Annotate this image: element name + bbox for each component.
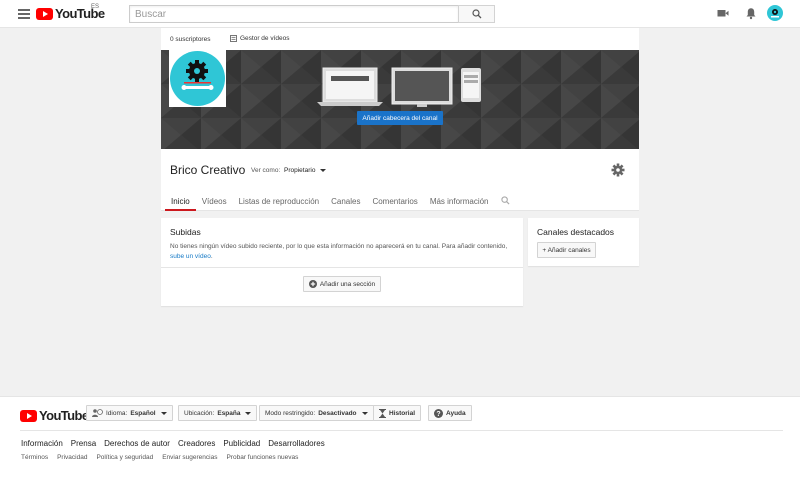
footer-logo-text: YouTube [39, 408, 89, 423]
help-label: Ayuda [446, 409, 466, 417]
location-value: España [217, 409, 241, 417]
divider [161, 267, 523, 268]
channel-subbar: 0 suscriptores Gestor de vídeos [161, 28, 639, 50]
uploads-message-end: . [210, 253, 213, 260]
monitor-device-icon [391, 67, 453, 107]
banner-pattern [161, 50, 639, 149]
tab-canales[interactable]: Canales [325, 193, 366, 211]
tab-search-icon[interactable] [495, 193, 516, 211]
subscriber-count: 0 suscriptores [170, 36, 211, 43]
footer-primary-links: Información Prensa Derechos de autor Cre… [21, 439, 325, 448]
plus-circle-icon [308, 280, 317, 288]
view-as-label: Ver como: [251, 167, 281, 174]
channel-tabs: Inicio Vídeos Listas de reproducción Can… [165, 193, 516, 211]
uploads-section: Subidas No tienes ningún vídeo subido re… [161, 218, 523, 306]
top-bar: YouTube ES [0, 0, 800, 28]
footer-link-publicidad[interactable]: Publicidad [223, 439, 260, 448]
language-icon [92, 409, 103, 417]
footer-link-creadores[interactable]: Creadores [178, 439, 215, 448]
history-button[interactable]: Historial [373, 405, 422, 421]
channel-banner: Añadir cabecera del canal [161, 50, 639, 149]
footer-youtube-logo[interactable]: YouTube [20, 408, 89, 423]
footer-link-prensa[interactable]: Prensa [71, 439, 96, 448]
chevron-down-icon [361, 411, 368, 415]
restricted-mode-label: Modo restringido: [265, 409, 316, 417]
tab-inicio[interactable]: Inicio [165, 193, 196, 211]
uploads-message-text: No tienes ningún vídeo subido reciente, … [170, 243, 508, 250]
featured-channels-title: Canales destacados [537, 227, 615, 237]
menu-icon[interactable] [18, 9, 30, 19]
chevron-down-icon [320, 169, 327, 172]
channel-name: Brico Creativo [170, 163, 246, 177]
footer-link-informacion[interactable]: Información [21, 439, 63, 448]
channel-info: Brico Creativo Ver como: Propietario Ini… [161, 149, 639, 211]
video-manager-link[interactable]: Gestor de vídeos [230, 35, 290, 42]
restricted-mode-value: Desactivado [318, 409, 357, 417]
add-section-button[interactable]: Añadir una sección [303, 276, 381, 292]
notifications-bell-icon[interactable] [745, 7, 757, 20]
tab-playlists[interactable]: Listas de reproducción [233, 193, 326, 211]
footer-link-probar[interactable]: Probar funciones nuevas [226, 454, 298, 461]
help-icon: ? [434, 408, 443, 418]
add-banner-button[interactable]: Añadir cabecera del canal [357, 111, 443, 125]
view-as-select[interactable]: Propietario [284, 167, 327, 174]
footer-link-terminos[interactable]: Términos [21, 454, 48, 461]
region-code: ES [91, 4, 100, 10]
video-manager-label: Gestor de vídeos [240, 35, 290, 42]
phone-device-icon [461, 68, 481, 102]
location-button[interactable]: Ubicación: España [178, 405, 258, 421]
tab-videos[interactable]: Vídeos [196, 193, 233, 211]
uploads-message: No tienes ningún vídeo subido reciente, … [170, 242, 510, 262]
account-avatar-icon[interactable] [767, 5, 783, 21]
upload-video-link[interactable]: sube un vídeo [170, 253, 211, 260]
search-bar [129, 5, 495, 23]
footer-secondary-links: Términos Privacidad Política y seguridad… [21, 454, 298, 461]
view-as-value: Propietario [284, 167, 316, 174]
footer-link-sugerencias[interactable]: Enviar sugerencias [162, 454, 217, 461]
chevron-down-icon [245, 411, 252, 415]
youtube-play-icon [20, 409, 37, 422]
tab-comentarios[interactable]: Comentarios [366, 193, 423, 211]
footer-link-desarrolladores[interactable]: Desarrolladores [268, 439, 324, 448]
search-button[interactable] [458, 5, 495, 23]
search-input[interactable] [129, 5, 458, 23]
language-button[interactable]: Idioma: Español [86, 405, 173, 421]
history-label: Historial [389, 409, 416, 417]
tab-mas-informacion[interactable]: Más información [424, 193, 495, 211]
add-channels-button[interactable]: + Añadir canales [537, 242, 596, 258]
laptop-device-icon [317, 67, 383, 106]
footer-divider [20, 430, 783, 431]
youtube-play-icon [36, 7, 53, 20]
location-label: Ubicación: [184, 409, 215, 417]
featured-channels-section: Canales destacados + Añadir canales [528, 218, 639, 266]
language-value: Español [130, 409, 156, 417]
footer-link-privacidad[interactable]: Privacidad [57, 454, 87, 461]
svg-text:?: ? [436, 411, 440, 418]
add-section-label: Añadir una sección [319, 280, 376, 288]
restricted-mode-button[interactable]: Modo restringido: Desactivado [259, 405, 374, 421]
gear-icon[interactable] [611, 163, 625, 177]
video-manager-icon [230, 35, 237, 42]
uploads-title: Subidas [170, 227, 201, 237]
gear-wrench-icon [181, 60, 214, 90]
gear-avatar-icon [771, 9, 779, 18]
channel-avatar[interactable] [169, 50, 226, 107]
upload-video-icon[interactable] [717, 7, 729, 19]
channel-avatar-image [170, 51, 225, 106]
language-label: Idioma: [106, 409, 128, 417]
search-icon [500, 196, 510, 205]
footer-link-derechos[interactable]: Derechos de autor [104, 439, 170, 448]
chevron-down-icon [160, 411, 167, 415]
search-icon [471, 9, 481, 19]
footer-link-politica[interactable]: Política y seguridad [96, 454, 153, 461]
hourglass-icon [379, 408, 386, 418]
footer: YouTube Idioma: Español Ubicación: Españ… [0, 396, 800, 477]
help-button[interactable]: ? Ayuda [428, 405, 472, 421]
